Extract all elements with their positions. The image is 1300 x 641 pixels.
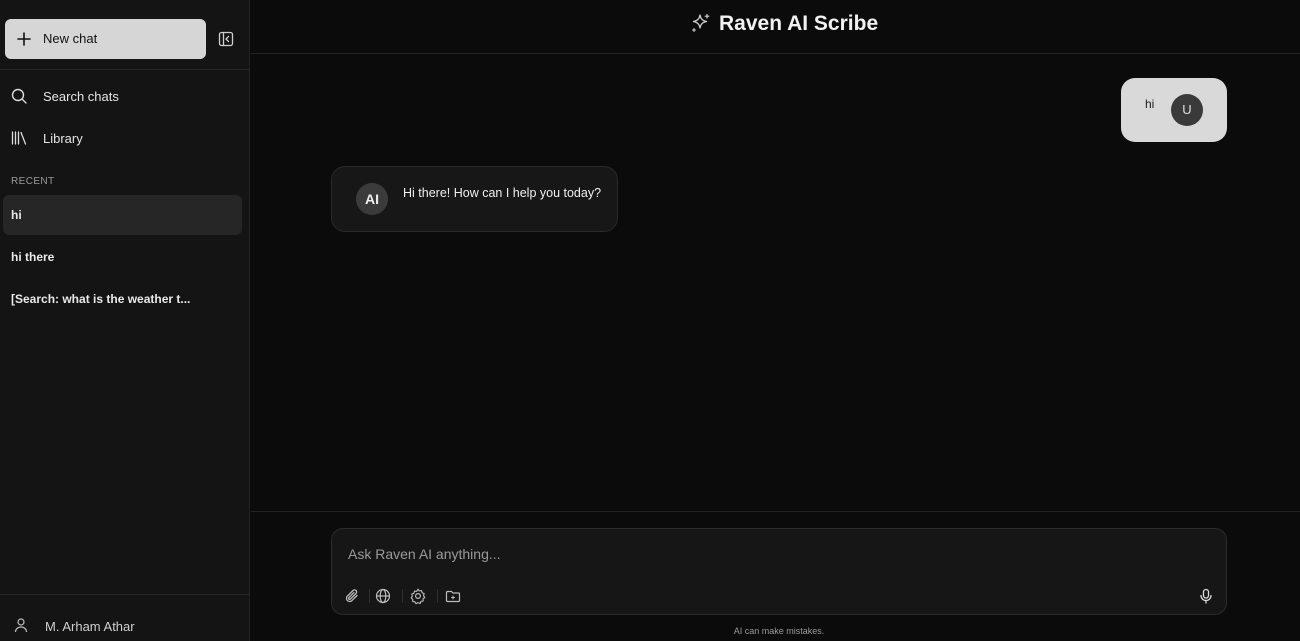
app-title: Raven AI Scribe [719, 12, 879, 35]
paperclip-icon[interactable] [343, 587, 361, 605]
settings-icon[interactable] [409, 587, 427, 605]
recent-chat-title: hi [11, 208, 22, 222]
chat-input[interactable] [348, 543, 1188, 565]
message-text: Hi there! How can I help you today? [403, 186, 602, 200]
recent-chat-title: [Search: what is the weather t... [11, 292, 191, 306]
recent-chat-item[interactable]: hi [3, 195, 242, 235]
globe-icon[interactable] [374, 587, 392, 605]
sidebar-header: New chat [0, 0, 250, 70]
sidebar: New chat Search chats Library RECENT hi [0, 0, 250, 641]
composer [331, 528, 1227, 615]
search-icon [11, 88, 27, 104]
user-message: hi U [1121, 78, 1227, 142]
sidebar-item-library[interactable]: Library [0, 120, 250, 156]
message-text: hi [1145, 97, 1155, 111]
recent-chat-item[interactable]: [Search: what is the weather t... [3, 279, 242, 319]
toolbar-divider [369, 589, 370, 603]
user-icon [14, 618, 28, 633]
sidebar-item-label: Library [43, 131, 83, 146]
disclaimer-text: AI can make mistakes. [733, 626, 825, 636]
ai-message: AI Hi there! How can I help you today? [331, 166, 618, 232]
recent-chat-title: hi there [11, 250, 55, 264]
toolbar-divider [437, 589, 438, 603]
toolbar-divider [402, 589, 403, 603]
library-icon [11, 131, 27, 145]
microphone-icon[interactable] [1197, 587, 1215, 605]
user-avatar: U [1171, 94, 1203, 126]
recent-section-label: RECENT [11, 176, 55, 187]
folder-icon[interactable] [444, 587, 462, 605]
sparkle-icon [691, 13, 710, 33]
sidebar-item-search[interactable]: Search chats [0, 78, 250, 114]
user-profile[interactable]: M. Arham Athar [0, 594, 250, 641]
new-chat-button[interactable]: New chat [5, 19, 206, 59]
app-window: New chat Search chats Library RECENT hi [0, 0, 1300, 641]
ai-avatar: AI [356, 183, 388, 215]
recent-chat-item[interactable]: hi there [3, 237, 242, 277]
chat-header: Raven AI Scribe [251, 0, 1300, 54]
user-name: M. Arham Athar [45, 619, 135, 634]
sidebar-item-label: Search chats [43, 89, 119, 104]
new-chat-label: New chat [43, 31, 98, 46]
plus-icon [17, 32, 31, 46]
sidebar-collapse-icon[interactable] [217, 30, 235, 48]
